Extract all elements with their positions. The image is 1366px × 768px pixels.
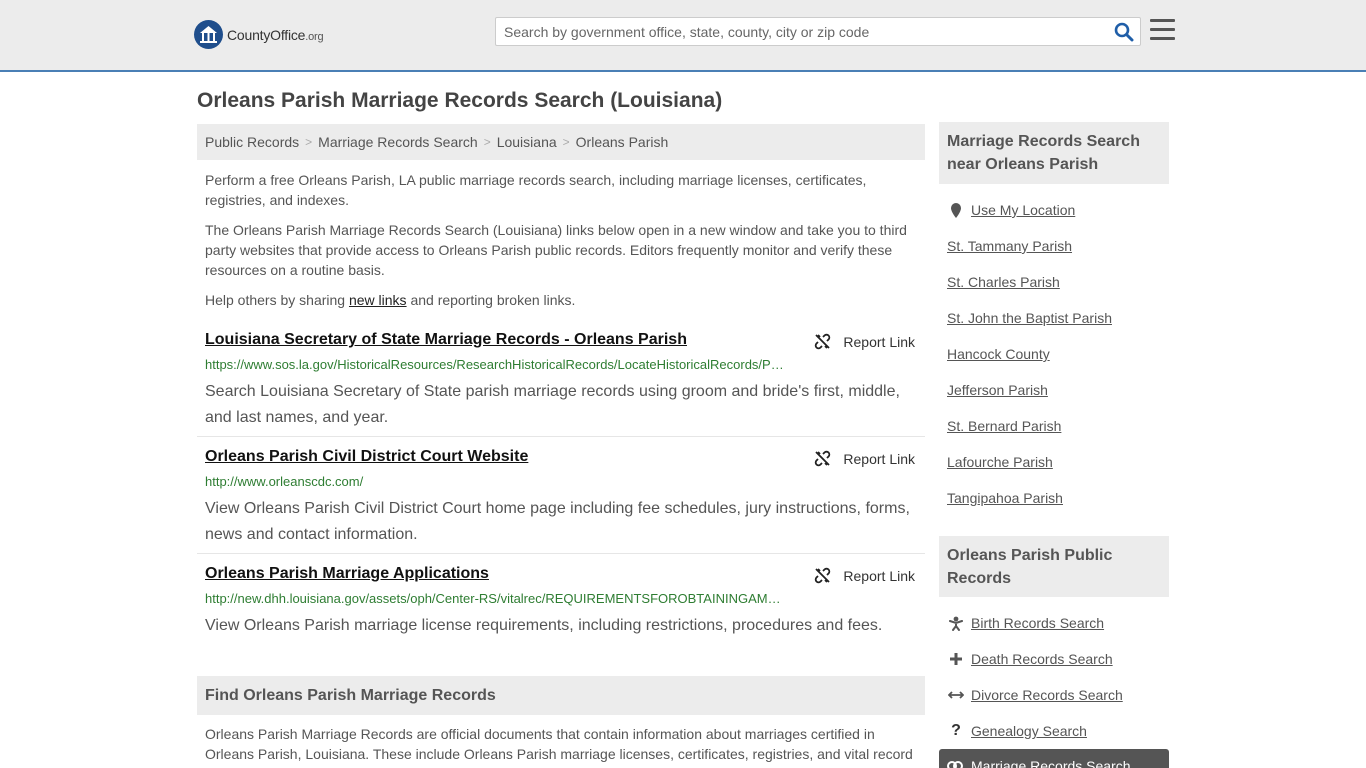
split-arrows-icon xyxy=(947,687,965,703)
breadcrumb-item-louisiana[interactable]: Louisiana xyxy=(497,134,557,150)
broken-link-icon xyxy=(815,567,831,584)
result-divider xyxy=(197,553,925,554)
result-title-link[interactable]: Orleans Parish Civil District Court Webs… xyxy=(205,448,528,466)
marriage-records-search-link[interactable]: Marriage Records Search xyxy=(939,749,1169,768)
report-link-button[interactable]: Report Link xyxy=(814,567,915,584)
search-icon[interactable] xyxy=(1114,22,1134,42)
near-link-tangipahoa[interactable]: Tangipahoa Parish xyxy=(947,490,1063,506)
near-heading: Marriage Records Search near Orleans Par… xyxy=(939,122,1169,184)
public-records-heading: Orleans Parish Public Records xyxy=(939,536,1169,597)
baby-icon xyxy=(947,615,965,631)
result-url[interactable]: http://www.orleanscdc.com/ xyxy=(205,474,785,489)
result-item: Orleans Parish Civil District Court Webs… xyxy=(197,448,925,548)
breadcrumb-separator-icon: > xyxy=(483,135,491,149)
result-divider xyxy=(197,436,925,437)
disclaimer-paragraph: The Orleans Parish Marriage Records Sear… xyxy=(205,222,907,278)
breadcrumb-separator-icon: > xyxy=(305,135,313,149)
near-link-st-bernard[interactable]: St. Bernard Parish xyxy=(947,418,1061,434)
breadcrumb-separator-icon: > xyxy=(562,135,570,149)
near-link-st-john-the-baptist[interactable]: St. John the Baptist Parish xyxy=(947,310,1112,326)
search-input[interactable] xyxy=(496,18,1096,45)
birth-records-link[interactable]: Birth Records Search xyxy=(947,615,1104,631)
death-records-link[interactable]: Death Records Search xyxy=(947,651,1113,667)
site-logo[interactable]: CountyOffice.org xyxy=(194,20,324,49)
share-paragraph: Help others by sharing new links and rep… xyxy=(205,292,576,308)
result-description: Search Louisiana Secretary of State pari… xyxy=(205,383,900,426)
logo-text: CountyOffice.org xyxy=(227,26,324,43)
rings-icon xyxy=(947,758,965,768)
report-link-button[interactable]: Report Link xyxy=(814,333,915,350)
result-url[interactable]: https://www.sos.la.gov/HistoricalResourc… xyxy=(205,357,785,372)
divorce-records-link[interactable]: Divorce Records Search xyxy=(947,687,1123,703)
result-title-link[interactable]: Orleans Parish Marriage Applications xyxy=(205,565,489,583)
result-description: View Orleans Parish Civil District Court… xyxy=(205,500,910,543)
near-link-jefferson[interactable]: Jefferson Parish xyxy=(947,382,1048,398)
result-title-link[interactable]: Louisiana Secretary of State Marriage Re… xyxy=(205,331,687,349)
result-url[interactable]: http://new.dhh.louisiana.gov/assets/oph/… xyxy=(205,591,785,606)
logo-seal-icon xyxy=(194,20,223,49)
report-link-button[interactable]: Report Link xyxy=(814,450,915,467)
site-header: CountyOffice.org xyxy=(0,0,1366,72)
near-link-hancock[interactable]: Hancock County xyxy=(947,346,1050,362)
search-box xyxy=(495,17,1141,46)
result-item: Louisiana Secretary of State Marriage Re… xyxy=(197,331,925,431)
result-description: View Orleans Parish marriage license req… xyxy=(205,617,883,634)
breadcrumb-item-orleans-parish: Orleans Parish xyxy=(575,134,669,150)
find-records-text: Orleans Parish Marriage Records are offi… xyxy=(205,726,913,762)
result-item: Orleans Parish Marriage Applications Rep… xyxy=(197,565,925,645)
hamburger-menu-icon[interactable] xyxy=(1150,19,1175,41)
genealogy-search-link[interactable]: ? Genealogy Search xyxy=(947,722,1087,739)
near-link-st-tammany[interactable]: St. Tammany Parish xyxy=(947,238,1072,254)
near-link-st-charles[interactable]: St. Charles Parish xyxy=(947,274,1060,290)
map-pin-icon xyxy=(947,202,965,218)
breadcrumb: Public Records > Marriage Records Search… xyxy=(197,124,925,160)
find-records-heading: Find Orleans Parish Marriage Records xyxy=(197,676,925,715)
broken-link-icon xyxy=(815,450,831,467)
use-location-link[interactable]: Use My Location xyxy=(947,202,1075,218)
breadcrumb-item-public-records[interactable]: Public Records xyxy=(205,134,299,150)
intro-paragraph: Perform a free Orleans Parish, LA public… xyxy=(205,172,867,208)
breadcrumb-item-marriage-records-search[interactable]: Marriage Records Search xyxy=(318,134,478,150)
new-links-link[interactable]: new links xyxy=(349,292,407,308)
cross-icon xyxy=(947,651,965,667)
question-icon: ? xyxy=(951,722,961,739)
near-link-lafourche[interactable]: Lafourche Parish xyxy=(947,454,1053,470)
page-title: Orleans Parish Marriage Records Search (… xyxy=(197,89,723,112)
broken-link-icon xyxy=(815,333,831,350)
